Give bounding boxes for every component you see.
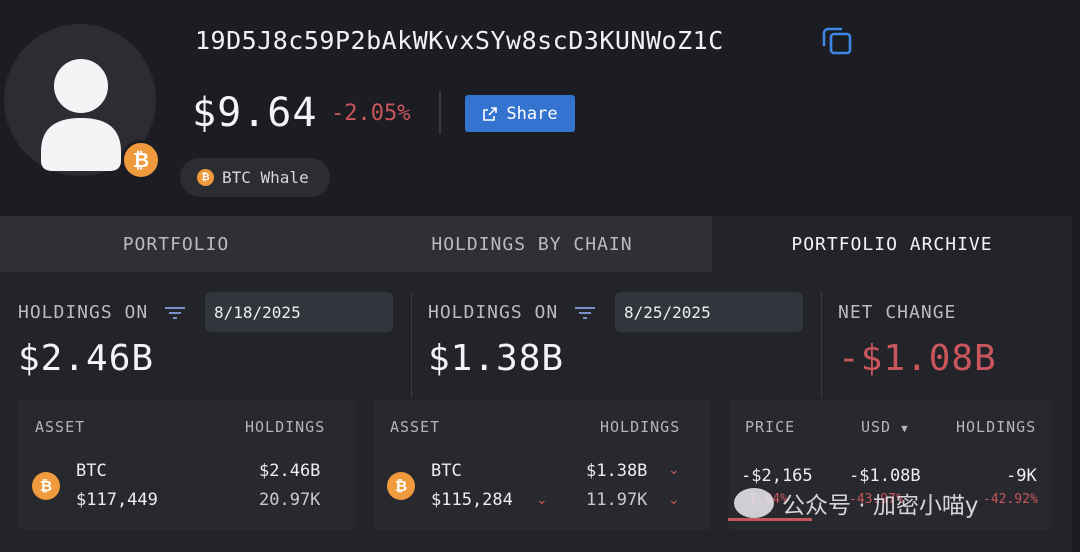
usd-change: -$1.08B <box>849 466 921 486</box>
wallet-address: 19D5J8c59P2bAkWKvxSYw8scD3KUNWoZ1C <box>195 26 724 55</box>
tab-portfolio[interactable]: PORTFOLIO <box>0 216 352 272</box>
user-silhouette-icon <box>41 59 121 171</box>
col-header-usd-dropdown[interactable]: USD ▼ <box>861 418 909 436</box>
col-header-holdings: HOLDINGS <box>956 418 1037 436</box>
holdings-change: -9K <box>1006 466 1037 486</box>
col-header-price: PRICE <box>745 418 796 436</box>
header-divider <box>439 92 441 134</box>
col-header-holdings: HOLDINGS <box>245 418 326 436</box>
bitcoin-icon: ₿ <box>32 472 60 500</box>
chevron-down-icon: ⌄ <box>668 492 680 508</box>
holdings-amount: 11.97K <box>586 490 648 510</box>
bitcoin-dot-icon: ₿ <box>197 169 214 186</box>
share-label: Share <box>506 103 558 124</box>
net-change-value: -$1.08B <box>838 338 997 379</box>
entity-tag[interactable]: ₿ BTC Whale <box>180 158 330 197</box>
portfolio-value: $9.64 <box>192 90 318 136</box>
net-change-label: NET CHANGE <box>838 302 957 323</box>
end-date-picker[interactable]: 8/25/2025 <box>615 292 803 332</box>
price-change: -$2,165 <box>741 466 813 486</box>
value-change-percent: -2.05% <box>331 101 411 126</box>
chevron-down-icon: ⌄ <box>668 462 680 478</box>
holdings-value-end: $1.38B <box>428 338 565 379</box>
column-divider <box>821 292 822 398</box>
col-header-holdings: HOLDINGS <box>600 418 681 436</box>
holdings-usd: $1.38B <box>586 461 648 481</box>
column-divider <box>411 292 412 398</box>
share-button[interactable]: Share <box>465 95 575 132</box>
watermark: 公众号 · 加密小喵y <box>734 486 979 520</box>
filter-icon[interactable] <box>575 306 595 320</box>
wechat-logo-icon <box>734 488 774 518</box>
tab-holdings-by-chain[interactable]: HOLDINGS BY CHAIN <box>352 216 712 272</box>
holdings-on-label-end: HOLDINGS ON <box>428 302 559 323</box>
col-header-asset: ASSET <box>390 418 441 436</box>
holdings-on-label-start: HOLDINGS ON <box>18 302 149 323</box>
holdings-value-start: $2.46B <box>18 338 155 379</box>
asset-price: $115,284 <box>431 490 513 510</box>
holdings-amount: 20.97K <box>259 490 321 510</box>
asset-price: $117,449 <box>76 490 158 510</box>
copy-icon[interactable] <box>820 23 854 57</box>
holdings-change-percent: -42.92% <box>983 492 1038 507</box>
asset-symbol: BTC <box>431 461 462 481</box>
caret-down-icon: ▼ <box>901 422 909 435</box>
col-header-asset: ASSET <box>35 418 86 436</box>
watermark-text: 公众号 · 加密小喵y <box>782 493 979 519</box>
chevron-down-icon: ⌄ <box>536 492 548 508</box>
tab-portfolio-archive[interactable]: PORTFOLIO ARCHIVE <box>712 216 1072 272</box>
start-date-picker[interactable]: 8/18/2025 <box>205 292 393 332</box>
asset-symbol: BTC <box>76 461 107 481</box>
filter-icon[interactable] <box>165 306 185 320</box>
tab-bar: PORTFOLIO HOLDINGS BY CHAIN PORTFOLIO AR… <box>0 216 1072 272</box>
entity-tag-label: BTC Whale <box>222 168 309 187</box>
col-header-usd: USD <box>861 418 892 436</box>
bitcoin-icon: ₿ <box>387 472 415 500</box>
bitcoin-badge-icon: ₿ <box>121 140 161 180</box>
external-link-icon <box>483 106 498 121</box>
holdings-usd: $2.46B <box>259 461 321 481</box>
